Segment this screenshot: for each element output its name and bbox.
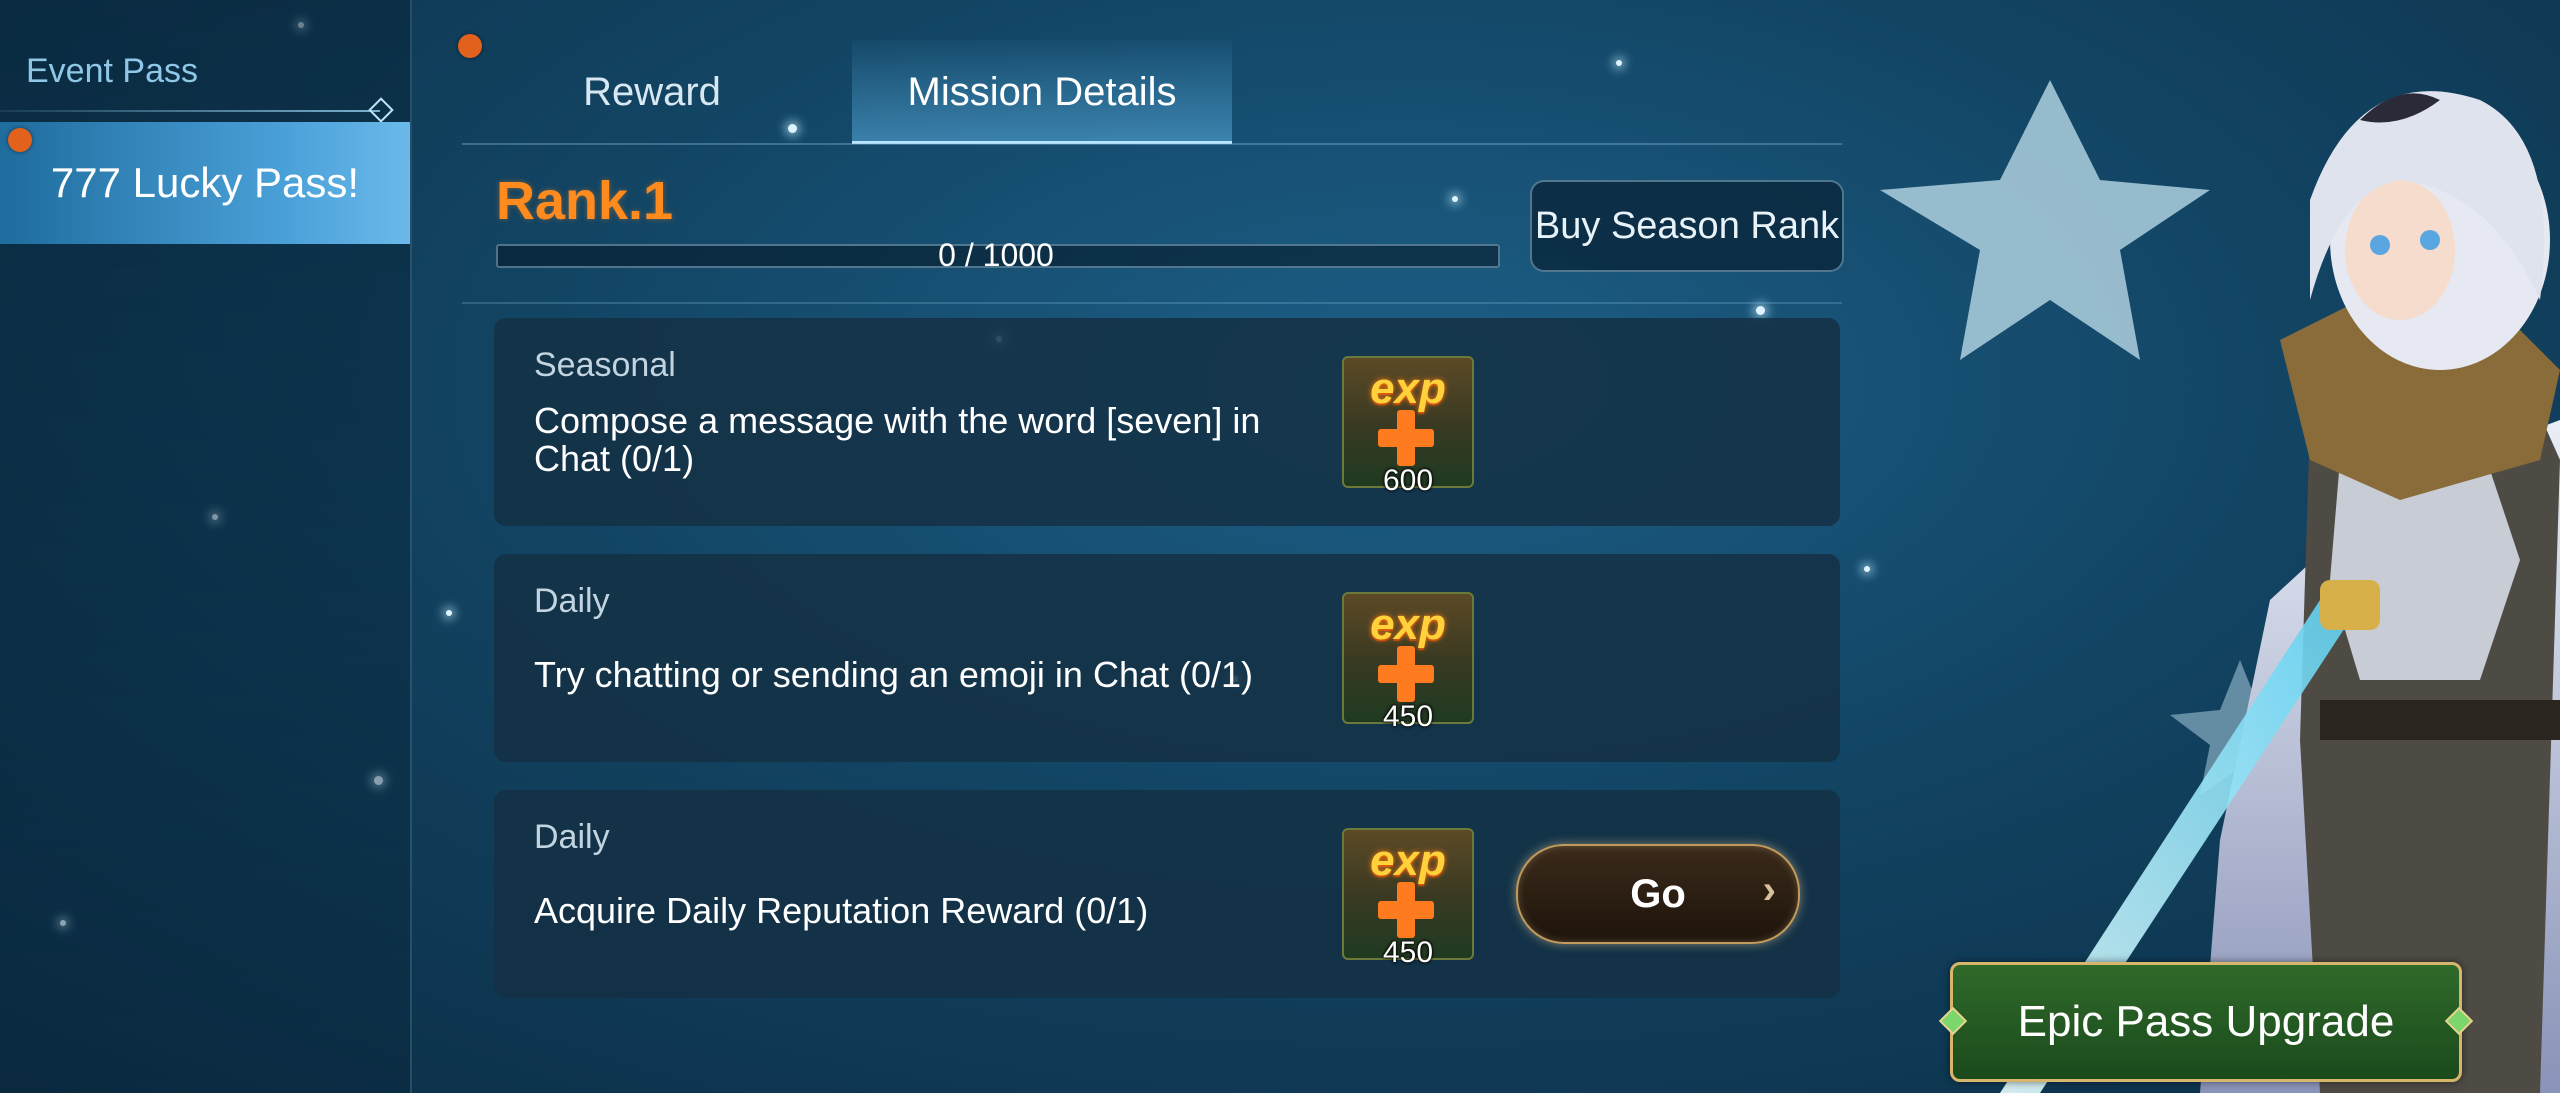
- reward-amount: 450: [1382, 936, 1434, 969]
- sidebar-item-label: 777 Lucky Pass!: [50, 159, 360, 206]
- diamond-icon: [368, 97, 394, 123]
- exp-reward: exp 450: [1342, 828, 1474, 969]
- mission-description: Try chatting or sending an emoji in Chat…: [534, 654, 1254, 695]
- tab-reward-label: Reward: [583, 69, 721, 114]
- star: [446, 610, 452, 616]
- rank-label: Rank.1: [496, 171, 674, 231]
- exp-label: exp: [1370, 600, 1446, 649]
- mission-card: Daily Try chatting or sending an emoji i…: [494, 554, 1840, 762]
- notification-dot: [8, 128, 32, 152]
- mission-card: Seasonal Compose a message with the word…: [494, 318, 1840, 526]
- mission-description: Compose a message with the word [seven] …: [534, 400, 1261, 479]
- exp-plus-icon: [1378, 646, 1434, 702]
- mission-category: Seasonal: [534, 346, 676, 384]
- exp-label: exp: [1370, 836, 1446, 885]
- mission-description: Acquire Daily Reputation Reward (0/1): [534, 890, 1149, 931]
- reward-amount: 600: [1382, 464, 1434, 497]
- reward-amount: 450: [1382, 700, 1434, 733]
- go-button[interactable]: Go ›: [1516, 844, 1800, 944]
- mission-category: Daily: [534, 582, 610, 620]
- chevron-right-icon: ›: [1762, 868, 1776, 912]
- buy-season-rank-button[interactable]: Buy Season Rank: [1530, 180, 1844, 272]
- rank-progress-text: 0 / 1000: [938, 237, 1054, 273]
- sidebar-item-lucky-pass[interactable]: 777 Lucky Pass!: [0, 122, 410, 244]
- go-button-label: Go: [1630, 871, 1686, 916]
- mission-category: Daily: [534, 818, 610, 856]
- epic-pass-upgrade-label: Epic Pass Upgrade: [2017, 997, 2395, 1046]
- exp-reward: exp 450: [1342, 592, 1474, 733]
- exp-plus-icon: [1378, 882, 1434, 938]
- mission-card: Daily Acquire Daily Reputation Reward (0…: [494, 790, 1840, 998]
- character-illustration: [1880, 80, 2560, 1093]
- buy-season-rank-label: Buy Season Rank: [1534, 204, 1840, 247]
- sidebar: Event Pass 777 Lucky Pass!: [0, 0, 412, 1093]
- exp-reward: exp 600: [1342, 356, 1474, 497]
- exp-plus-icon: [1378, 410, 1434, 466]
- tab-bar: Reward Mission Details: [462, 40, 1842, 144]
- rank-divider: [462, 302, 1842, 304]
- tab-reward[interactable]: Reward: [462, 40, 842, 144]
- exp-label: exp: [1370, 364, 1446, 413]
- epic-pass-upgrade-button[interactable]: Epic Pass Upgrade: [1938, 962, 2474, 1082]
- sidebar-header: Event Pass: [26, 52, 198, 90]
- star: [1756, 306, 1765, 315]
- star: [1452, 196, 1458, 202]
- tab-divider: [462, 143, 1842, 145]
- sidebar-divider: [0, 110, 380, 112]
- notification-dot: [458, 34, 482, 58]
- tab-mission-details[interactable]: Mission Details: [852, 40, 1232, 144]
- tab-mission-details-label: Mission Details: [907, 69, 1177, 114]
